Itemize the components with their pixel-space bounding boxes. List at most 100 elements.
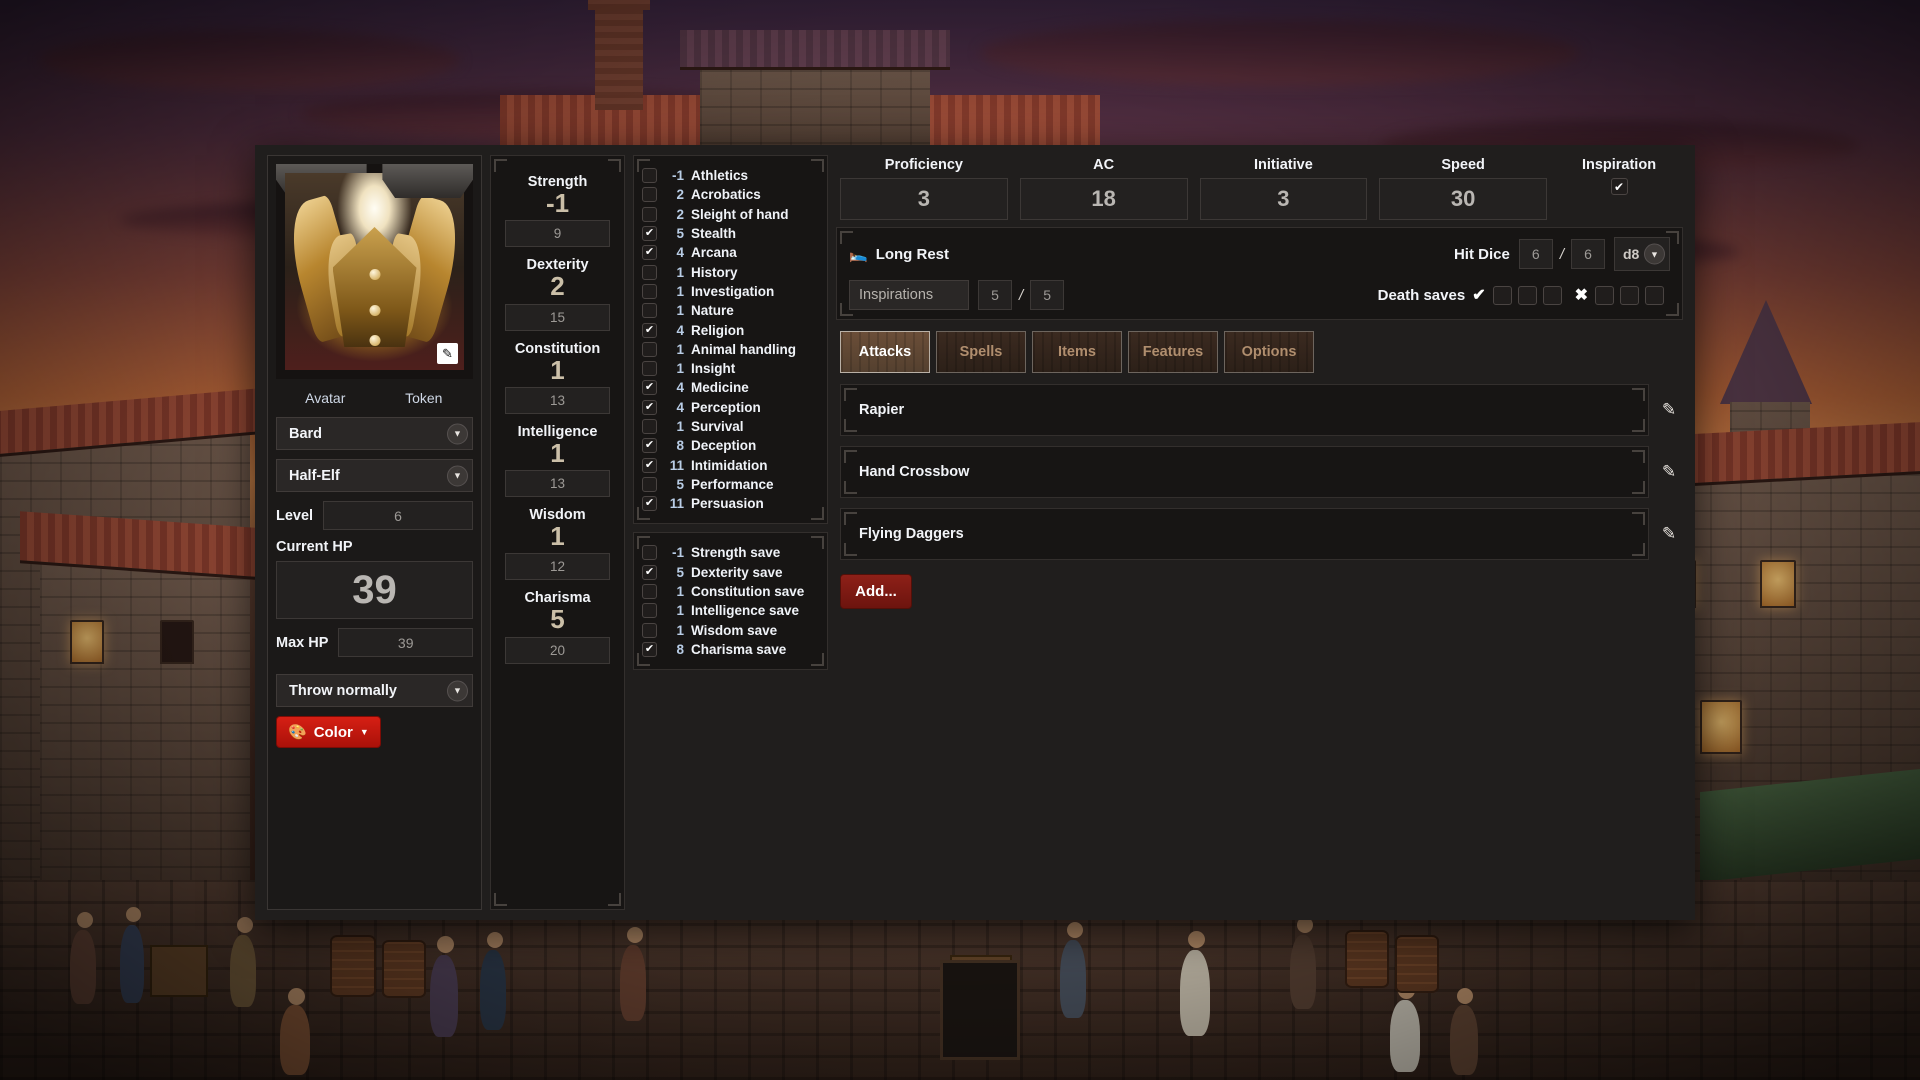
save-proficiency-checkbox[interactable] — [642, 603, 657, 619]
save-row[interactable]: ✔ 5 Dexterity save — [642, 563, 819, 582]
death-save-success-box[interactable] — [1542, 285, 1562, 305]
ability-score[interactable]: 9 — [505, 220, 610, 248]
chevron-down-icon[interactable]: ▼ — [1644, 243, 1665, 265]
save-row[interactable]: ✔ 8 Charisma save — [642, 640, 819, 659]
skill-row[interactable]: 5 Performance — [642, 475, 819, 494]
skill-proficiency-checkbox[interactable] — [642, 283, 657, 299]
ability-score[interactable]: 15 — [505, 303, 610, 331]
chevron-down-icon[interactable]: ▼ — [447, 680, 468, 701]
skill-proficiency-checkbox[interactable]: ✔ — [642, 399, 657, 415]
skill-row[interactable]: 1 Animal handling — [642, 340, 819, 359]
stat-value[interactable]: 30 — [1379, 178, 1547, 220]
skill-row[interactable]: 1 Survival — [642, 417, 819, 436]
stat-value[interactable]: 18 — [1019, 178, 1188, 220]
death-save-failure-box[interactable] — [1595, 285, 1614, 305]
skill-proficiency-checkbox[interactable] — [642, 361, 657, 377]
skills-panel: -1 Athletics 2 Acrobatics 2 Sleight of hand ✔ 5… — [633, 155, 828, 525]
death-save-failure-box[interactable] — [1620, 285, 1639, 305]
save-row[interactable]: -1 Strength save — [642, 543, 819, 562]
skill-value: 1 — [676, 419, 684, 434]
hit-dice-type-dropdown[interactable]: d8 ▼ — [1614, 237, 1670, 271]
tab-attacks[interactable]: Attacks — [840, 331, 930, 373]
current-hp-input[interactable]: 39 — [276, 561, 473, 619]
stat-value[interactable]: 3 — [840, 178, 1008, 220]
save-row[interactable]: 1 Intelligence save — [642, 601, 819, 620]
skill-proficiency-checkbox[interactable]: ✔ — [642, 245, 657, 261]
skill-proficiency-checkbox[interactable] — [642, 206, 657, 222]
save-row[interactable]: 1 Wisdom save — [642, 621, 819, 640]
save-proficiency-checkbox[interactable]: ✔ — [642, 564, 657, 580]
max-hp-input[interactable]: 39 — [338, 628, 473, 657]
skill-row[interactable]: ✔ 8 Deception — [642, 436, 819, 455]
skill-proficiency-checkbox[interactable]: ✔ — [642, 380, 657, 396]
add-attack-button[interactable]: Add... — [840, 574, 912, 609]
throw-mode-dropdown[interactable]: Throw normally ▼ — [276, 674, 473, 707]
ability-score[interactable]: 12 — [505, 553, 610, 581]
skill-proficiency-checkbox[interactable] — [642, 419, 657, 434]
save-proficiency-checkbox[interactable] — [642, 622, 657, 638]
skill-row[interactable]: ✔ 4 Arcana — [642, 243, 819, 262]
skill-row[interactable]: 1 Investigation — [642, 282, 819, 301]
death-save-failure-box[interactable] — [1645, 285, 1664, 305]
bed-icon: 🛌 — [849, 246, 868, 263]
tab-avatar[interactable]: Avatar — [276, 388, 375, 408]
tab-token[interactable]: Token — [375, 388, 474, 408]
edit-avatar-icon[interactable]: ✎ — [437, 343, 458, 364]
skill-row[interactable]: ✔ 11 Persuasion — [642, 494, 819, 513]
skill-proficiency-checkbox[interactable] — [642, 303, 657, 319]
tab-features[interactable]: Features — [1128, 331, 1218, 373]
skill-row[interactable]: 2 Sleight of hand — [642, 205, 819, 224]
long-rest-button[interactable]: 🛌 Long Rest — [849, 245, 949, 264]
character-avatar-image[interactable]: ✎ — [285, 173, 464, 370]
inspirations-current[interactable]: 5 — [978, 280, 1012, 310]
tab-items[interactable]: Items — [1032, 331, 1122, 373]
inspirations-max[interactable]: 5 — [1030, 280, 1065, 310]
skill-row[interactable]: ✔ 4 Perception — [642, 398, 819, 417]
skill-row[interactable]: 1 History — [642, 262, 819, 281]
attack-row[interactable]: Flying Daggers — [840, 508, 1649, 560]
edit-attack-icon[interactable]: ✎ — [1659, 400, 1679, 420]
death-saves-label: Death saves — [1377, 286, 1466, 304]
skill-proficiency-checkbox[interactable]: ✔ — [642, 457, 657, 473]
skill-row[interactable]: ✔ 11 Intimidation — [642, 455, 819, 474]
inspiration-checkbox[interactable]: ✔ — [1610, 178, 1628, 195]
skill-proficiency-checkbox[interactable] — [642, 341, 657, 357]
skill-row[interactable]: ✔ 4 Medicine — [642, 378, 819, 397]
save-proficiency-checkbox[interactable] — [642, 584, 657, 600]
ability-score[interactable]: 20 — [505, 636, 610, 664]
skill-proficiency-checkbox[interactable] — [642, 264, 657, 280]
skill-proficiency-checkbox[interactable] — [642, 187, 657, 203]
class-dropdown[interactable]: Bard ▼ — [276, 417, 473, 450]
stat-value[interactable]: 3 — [1199, 178, 1368, 220]
tab-options[interactable]: Options — [1224, 331, 1314, 373]
save-row[interactable]: 1 Constitution save — [642, 582, 819, 601]
ability-score[interactable]: 13 — [505, 386, 610, 414]
skill-proficiency-checkbox[interactable]: ✔ — [642, 226, 657, 242]
edit-attack-icon[interactable]: ✎ — [1659, 462, 1679, 482]
skill-row[interactable]: 1 Nature — [642, 301, 819, 320]
chevron-down-icon[interactable]: ▼ — [447, 465, 468, 486]
tab-spells[interactable]: Spells — [936, 331, 1026, 373]
level-input[interactable]: 6 — [323, 501, 473, 530]
chevron-down-icon[interactable]: ▼ — [447, 423, 468, 444]
hit-dice-max[interactable]: 6 — [1571, 239, 1605, 269]
skill-row[interactable]: ✔ 5 Stealth — [642, 224, 819, 243]
inspirations-button[interactable]: Inspirations — [849, 280, 969, 310]
skill-proficiency-checkbox[interactable]: ✔ — [642, 438, 657, 454]
skill-row[interactable]: -1 Athletics — [642, 166, 819, 185]
skill-proficiency-checkbox[interactable] — [642, 476, 657, 492]
death-saves-line: Inspirations 5 / 5 Death saves ✔ ✖ — [849, 280, 1670, 310]
hit-dice-current[interactable]: 6 — [1518, 239, 1553, 269]
skill-row[interactable]: 1 Insight — [642, 359, 819, 378]
death-save-success-box[interactable] — [1492, 285, 1512, 305]
attack-row[interactable]: Rapier — [840, 384, 1649, 436]
attack-row[interactable]: Hand Crossbow — [840, 446, 1649, 498]
skill-row[interactable]: ✔ 4 Religion — [642, 320, 819, 339]
color-button[interactable]: 🎨 Color ▼ — [276, 716, 381, 748]
edit-attack-icon[interactable]: ✎ — [1659, 524, 1679, 544]
race-dropdown[interactable]: Half-Elf ▼ — [276, 459, 473, 492]
skill-row[interactable]: 2 Acrobatics — [642, 185, 819, 204]
death-save-success-box[interactable] — [1517, 285, 1537, 305]
skill-proficiency-checkbox[interactable]: ✔ — [642, 322, 657, 338]
ability-score[interactable]: 13 — [505, 470, 610, 498]
